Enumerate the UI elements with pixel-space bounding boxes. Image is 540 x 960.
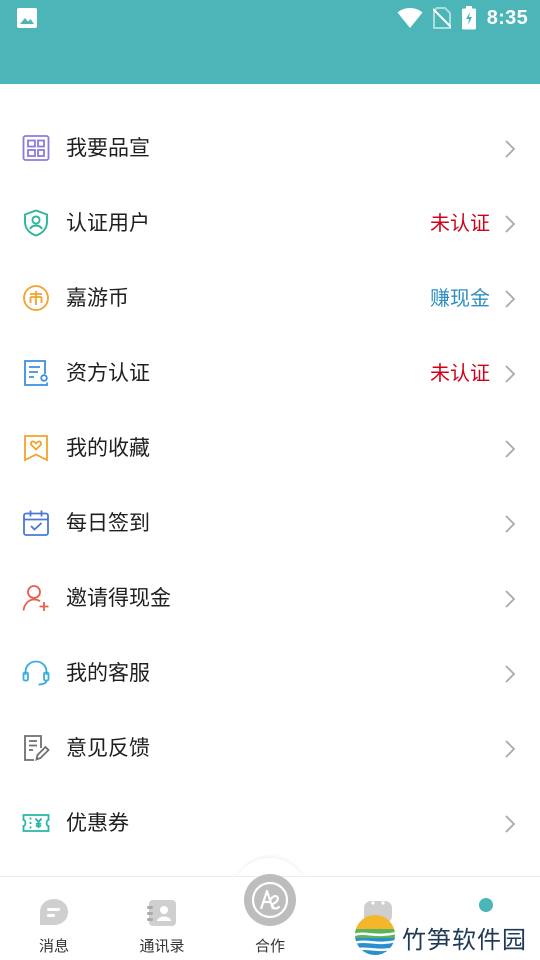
grid-apps-icon [22, 135, 50, 161]
document-certificate-icon [24, 360, 48, 386]
user-add-icon [22, 585, 49, 611]
verification-status: 未认证 [430, 211, 490, 235]
edit-document-icon [24, 735, 50, 761]
chevron-right-icon [505, 515, 516, 533]
chevron-right-icon [505, 140, 516, 158]
cooperation-icon [251, 881, 289, 919]
menu-item-favorites[interactable]: 我的收藏 [0, 410, 540, 485]
menu-item-investor-verification[interactable]: 资方认证 未认证 [0, 335, 540, 410]
tab-label: 通讯录 [139, 937, 185, 955]
battery-charging-icon [461, 6, 476, 30]
headset-icon [22, 660, 50, 686]
menu-item-label: 资方认证 [66, 361, 150, 385]
menu-item-label: 我要品宣 [66, 136, 150, 160]
menu-item-daily-checkin[interactable]: 每日签到 [0, 485, 540, 560]
coupon-icon [22, 814, 50, 832]
menu-list: 我要品宣 认证用户 未认证 嘉游币 赚现金 资方认证 未认证 我的收藏 每日签到… [0, 110, 540, 860]
menu-item-label: 嘉游币 [66, 286, 129, 310]
tab-label: 消息 [38, 937, 69, 955]
tab-label: 合作 [254, 937, 285, 955]
menu-item-label: 意见反馈 [66, 736, 150, 760]
no-sim-icon [432, 7, 451, 29]
earn-cash-link[interactable]: 赚现金 [430, 284, 490, 312]
watermark: 竹笋软件园 [354, 914, 540, 958]
heart-bookmark-icon [24, 435, 48, 462]
coin-icon [23, 285, 49, 311]
chevron-right-icon [505, 740, 516, 758]
chevron-right-icon [505, 440, 516, 458]
menu-item-label: 我的客服 [66, 661, 150, 685]
chevron-right-icon [505, 665, 516, 683]
cooperation-button[interactable] [244, 874, 296, 926]
wifi-icon [397, 8, 423, 28]
menu-item-label: 邀请得现金 [66, 586, 171, 610]
tab-contacts[interactable]: 通讯录 [108, 877, 216, 960]
menu-item-label: 每日签到 [66, 511, 150, 535]
verification-status: 未认证 [430, 361, 490, 385]
message-icon [40, 899, 68, 925]
watermark-text: 竹笋软件园 [402, 926, 527, 954]
tab-messages[interactable]: 消息 [0, 877, 108, 960]
watermark-logo-icon [355, 915, 395, 955]
menu-item-jiayou-coin[interactable]: 嘉游币 赚现金 [0, 260, 540, 335]
status-bar: 8:35 [0, 0, 540, 36]
chevron-right-icon [505, 365, 516, 383]
menu-item-invite-cash[interactable]: 邀请得现金 [0, 560, 540, 635]
menu-item-verified-user[interactable]: 认证用户 未认证 [0, 185, 540, 260]
contacts-icon [147, 900, 176, 926]
menu-item-coupons[interactable]: 优惠券 [0, 785, 540, 860]
chevron-right-icon [505, 290, 516, 308]
menu-item-label: 认证用户 [66, 211, 150, 235]
photo-icon [17, 8, 37, 28]
menu-item-label: 优惠券 [66, 811, 129, 835]
page-header [0, 36, 540, 84]
chevron-right-icon [505, 590, 516, 608]
chevron-right-icon [505, 215, 516, 233]
menu-item-label: 我的收藏 [66, 436, 150, 460]
menu-item-customer-service[interactable]: 我的客服 [0, 635, 540, 710]
chevron-right-icon [505, 815, 516, 833]
menu-item-feedback[interactable]: 意见反馈 [0, 710, 540, 785]
clock-time: 8:35 [486, 6, 528, 29]
menu-item-brand-promo[interactable]: 我要品宣 [0, 110, 540, 185]
shield-user-icon [24, 209, 48, 237]
calendar-check-icon [23, 510, 49, 536]
status-icons: 8:35 [397, 4, 528, 32]
